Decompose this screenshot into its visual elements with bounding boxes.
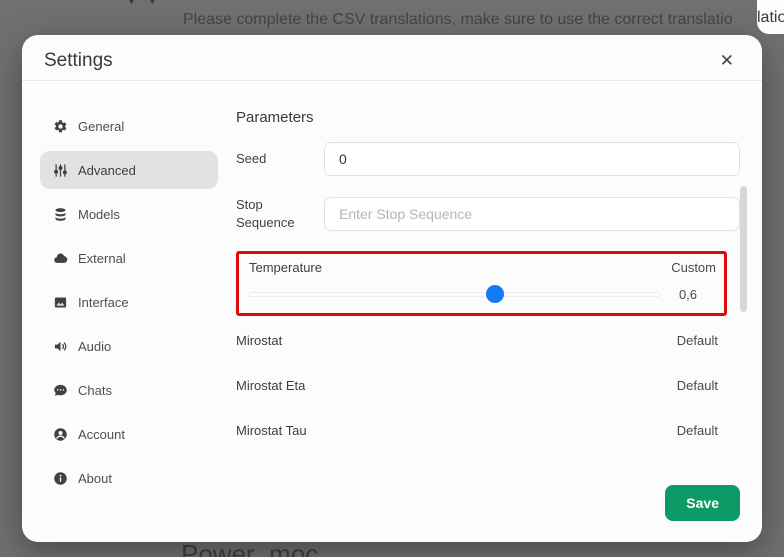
seed-row: Seed xyxy=(236,142,740,176)
sidebar-item-label: Advanced xyxy=(78,162,136,178)
image-icon xyxy=(52,294,68,310)
seed-label: Seed xyxy=(236,151,267,167)
temperature-slider-thumb[interactable] xyxy=(486,285,505,304)
temperature-label: Temperature xyxy=(249,260,322,276)
cloud-icon xyxy=(52,250,68,266)
modal-title: Settings xyxy=(44,49,113,71)
sidebar-item-label: Audio xyxy=(78,338,112,354)
sidebar-item-label: General xyxy=(78,118,125,134)
scrollbar-thumb[interactable] xyxy=(740,186,747,312)
save-button[interactable]: Save xyxy=(665,485,740,521)
settings-modal: Settings ✕ General Advanced Models Exter… xyxy=(22,35,762,542)
modal-footer: Save xyxy=(236,463,740,542)
parameters-heading: Parameters xyxy=(236,109,314,126)
temperature-annotation-box: Temperature Custom 0,6 xyxy=(236,251,727,317)
stop-sequence-row: Stop Sequence xyxy=(236,196,740,231)
sidebar-item-external[interactable]: External xyxy=(40,239,218,277)
close-icon[interactable]: ✕ xyxy=(716,50,738,71)
sidebar-item-label: Models xyxy=(78,206,120,222)
sidebar-item-label: Account xyxy=(78,426,125,442)
speaker-icon xyxy=(52,338,68,354)
modal-header: Settings ✕ xyxy=(22,35,762,81)
sidebar-item-models[interactable]: Models xyxy=(40,195,218,233)
temperature-slider[interactable] xyxy=(249,285,660,304)
mirostat-row: Mirostat Default xyxy=(236,318,740,363)
sidebar-item-interface[interactable]: Interface xyxy=(40,283,218,321)
parameters-scroll-area: Parameters Seed Stop Sequence Temperatur… xyxy=(236,81,740,463)
seed-input[interactable] xyxy=(324,142,740,176)
mirostat-eta-row: Mirostat Eta Default xyxy=(236,363,740,408)
parameter-list: Mirostat Default Mirostat Eta Default Mi… xyxy=(236,318,740,463)
modal-body: General Advanced Models External Interfa… xyxy=(22,81,762,542)
settings-sidebar: General Advanced Models External Interfa… xyxy=(22,81,218,542)
stop-sequence-input[interactable] xyxy=(324,196,740,231)
sidebar-item-general[interactable]: General xyxy=(40,107,218,145)
info-icon xyxy=(52,470,68,486)
sidebar-item-chats[interactable]: Chats xyxy=(40,371,218,409)
temperature-mode-toggle[interactable]: Custom xyxy=(671,260,716,275)
corner-text: latio xyxy=(757,9,784,26)
sidebar-item-label: About xyxy=(78,470,112,486)
sidebar-item-account[interactable]: Account xyxy=(40,415,218,453)
temperature-value: 0,6 xyxy=(678,286,698,302)
mirostat-eta-value-toggle[interactable]: Default xyxy=(677,378,718,393)
gear-icon xyxy=(52,118,68,134)
top-k-row: Top K Default xyxy=(236,453,740,463)
sidebar-item-about[interactable]: About xyxy=(40,459,218,497)
user-circle-icon xyxy=(52,426,68,442)
temperature-header-row: Temperature Custom xyxy=(249,258,716,277)
database-icon xyxy=(52,206,68,222)
sidebar-item-label: Chats xyxy=(78,382,112,398)
mirostat-value-toggle[interactable]: Default xyxy=(677,333,718,348)
settings-content: Parameters Seed Stop Sequence Temperatur… xyxy=(236,81,740,542)
sliders-icon xyxy=(52,162,68,178)
sidebar-item-label: Interface xyxy=(78,294,129,310)
corner-text-fragment: latio xyxy=(757,0,784,34)
sidebar-item-advanced[interactable]: Advanced xyxy=(40,151,218,189)
sidebar-item-audio[interactable]: Audio xyxy=(40,327,218,365)
mirostat-tau-value-toggle[interactable]: Default xyxy=(677,423,718,438)
mirostat-eta-label: Mirostat Eta xyxy=(236,378,306,394)
mirostat-tau-label: Mirostat Tau xyxy=(236,423,307,439)
temperature-slider-row: 0,6 xyxy=(249,285,716,304)
stop-sequence-label: Stop Sequence xyxy=(236,197,295,230)
sidebar-item-label: External xyxy=(78,250,126,266)
chat-bubble-icon xyxy=(52,382,68,398)
screen: ▼▼ Please complete the CSV translations,… xyxy=(0,0,784,557)
mirostat-tau-row: Mirostat Tau Default xyxy=(236,408,740,453)
mirostat-label: Mirostat xyxy=(236,333,283,349)
